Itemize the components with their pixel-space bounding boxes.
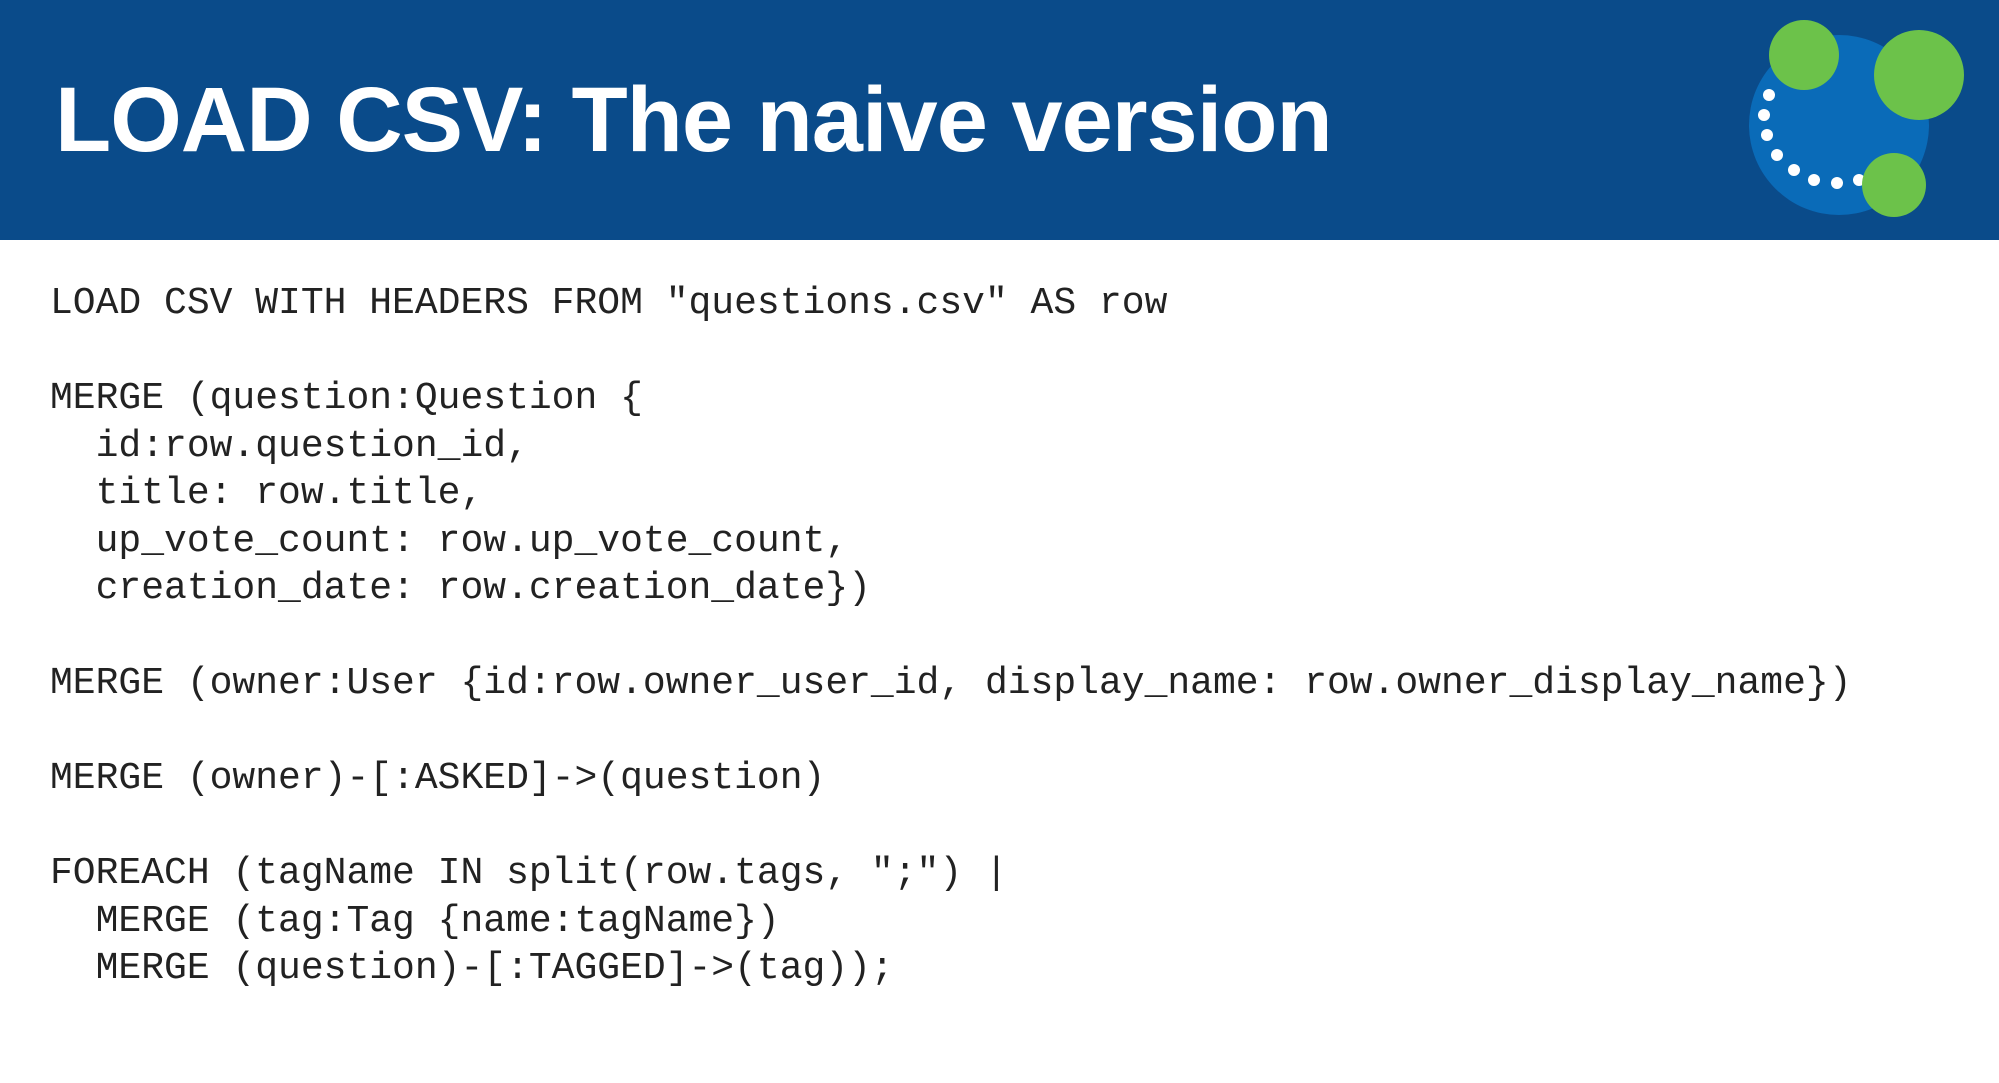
slide-header: LOAD CSV: The naive version xyxy=(0,0,1999,240)
code-block: LOAD CSV WITH HEADERS FROM "questions.cs… xyxy=(0,240,1999,993)
slide-title: LOAD CSV: The naive version xyxy=(55,68,1332,173)
neo4j-logo-icon xyxy=(1709,10,1969,230)
